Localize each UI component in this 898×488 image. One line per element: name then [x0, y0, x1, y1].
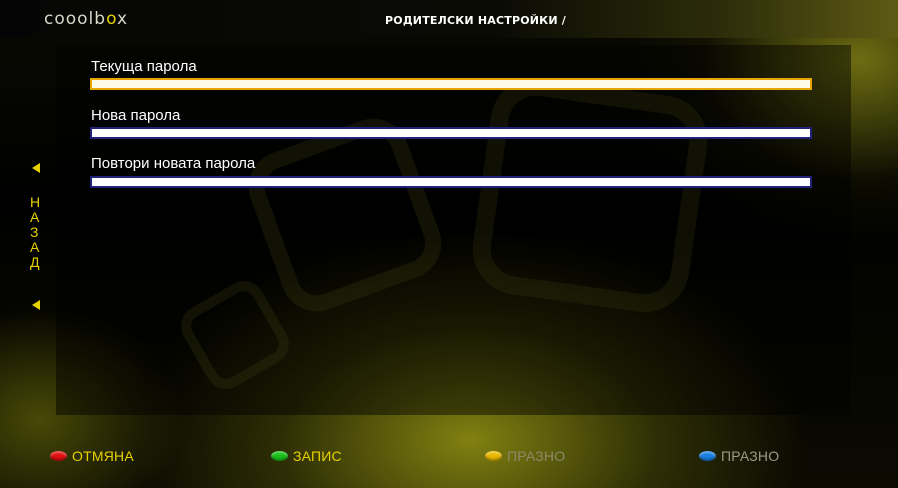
save-button[interactable]: ЗАПИС	[271, 447, 342, 465]
red-key-icon	[50, 451, 67, 461]
repeat-password-field[interactable]	[90, 176, 812, 188]
yellow-empty-label: ПРАЗНО	[507, 448, 566, 464]
back-letter-2: А	[30, 209, 40, 225]
back-arrow-bottom-icon	[32, 300, 40, 310]
current-password-field[interactable]	[90, 78, 812, 90]
back-letter-4: А	[30, 239, 40, 255]
blue-empty-label: ПРАЗНО	[721, 448, 780, 464]
logo-text-coool: coool	[44, 9, 95, 29]
back-letter-1: Н	[30, 194, 41, 210]
page-title: РОДИТЕЛСКИ НАСТРОЙКИ /	[385, 14, 567, 27]
settings-panel	[56, 45, 851, 415]
back-letter-5: Д	[30, 254, 40, 270]
current-password-label: Текуща парола	[91, 58, 197, 75]
new-password-label: Нова парола	[91, 107, 181, 124]
tv-screen: cooolbox РОДИТЕЛСКИ НАСТРОЙКИ / Текуща п…	[0, 0, 898, 488]
cancel-button[interactable]: ОТМЯНА	[50, 447, 134, 465]
top-bar: cooolbox РОДИТЕЛСКИ НАСТРОЙКИ /	[0, 0, 898, 38]
save-label: ЗАПИС	[293, 448, 342, 464]
logo-text-o: o	[106, 9, 117, 29]
new-password-field[interactable]	[90, 127, 812, 139]
cancel-label: ОТМЯНА	[72, 448, 134, 464]
logo-text-x: x	[116, 9, 129, 29]
back-arrow-top-icon	[32, 163, 40, 173]
logo-text-b: b	[94, 9, 107, 29]
repeat-password-label: Повтори новата парола	[91, 155, 256, 172]
blue-key-icon	[699, 451, 716, 461]
blue-empty-button[interactable]: ПРАЗНО	[699, 447, 779, 465]
green-key-icon	[271, 451, 288, 461]
back-letter-3: З	[30, 224, 39, 240]
yellow-key-icon	[485, 451, 502, 461]
coolbox-logo: cooolbox	[44, 9, 128, 29]
yellow-empty-button[interactable]: ПРАЗНО	[485, 447, 565, 465]
